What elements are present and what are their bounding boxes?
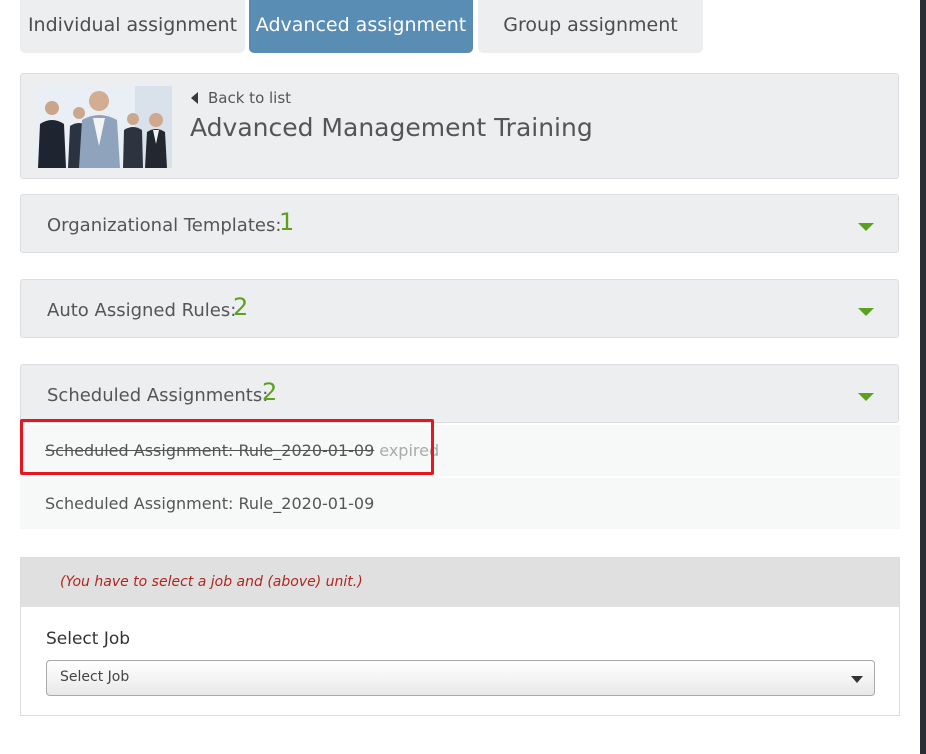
course-title: Advanced Management Training [190,113,593,142]
select-job-placeholder: Select Job [60,669,130,685]
job-warning-bar: (You have to select a job and (above) un… [21,558,899,607]
scheduled-assignment-name: Scheduled Assignment: Rule_2020-01-09 [45,494,375,513]
scheduled-assignment-name: Scheduled Assignment: Rule_2020-01-09 [45,441,375,460]
panel-auto-assigned-rules[interactable]: Auto Assigned Rules: 2 [20,279,899,338]
back-to-list-link[interactable]: Back to list [191,89,291,107]
chevron-down-icon [851,676,863,683]
panel-scheduled-assignments[interactable]: Scheduled Assignments: 2 [20,364,899,423]
panel-label: Auto Assigned Rules: [47,300,237,321]
panel-organizational-templates[interactable]: Organizational Templates: 1 [20,194,899,253]
job-selection-panel: (You have to select a job and (above) un… [20,557,900,716]
tab-individual-assignment[interactable]: Individual assignment [20,0,245,53]
select-job-dropdown[interactable]: Select Job [46,660,875,696]
panel-count: 2 [262,378,278,406]
caret-left-icon [191,92,198,104]
panel-count: 1 [279,208,295,236]
tab-advanced-assignment[interactable]: Advanced assignment [249,0,473,53]
course-header: Back to list Advanced Management Trainin… [20,73,899,179]
caret-down-icon[interactable] [858,223,874,231]
expired-label: expired [379,441,440,460]
panel-label: Organizational Templates: [47,215,282,236]
panel-label: Scheduled Assignments: [47,385,269,406]
back-label: Back to list [208,89,292,107]
panel-count: 2 [233,293,249,321]
scheduled-assignment-item[interactable]: Scheduled Assignment: Rule_2020-01-09 [20,478,900,529]
job-warning-text: (You have to select a job and (above) un… [60,574,363,590]
select-job-label: Select Job [46,629,131,649]
caret-down-icon[interactable] [858,393,874,401]
window-edge [920,0,926,754]
course-thumbnail [35,86,172,168]
caret-down-icon[interactable] [858,308,874,316]
tab-group-assignment[interactable]: Group assignment [478,0,703,53]
scheduled-assignment-item[interactable]: Scheduled Assignment: Rule_2020-01-09 exp… [20,425,900,476]
